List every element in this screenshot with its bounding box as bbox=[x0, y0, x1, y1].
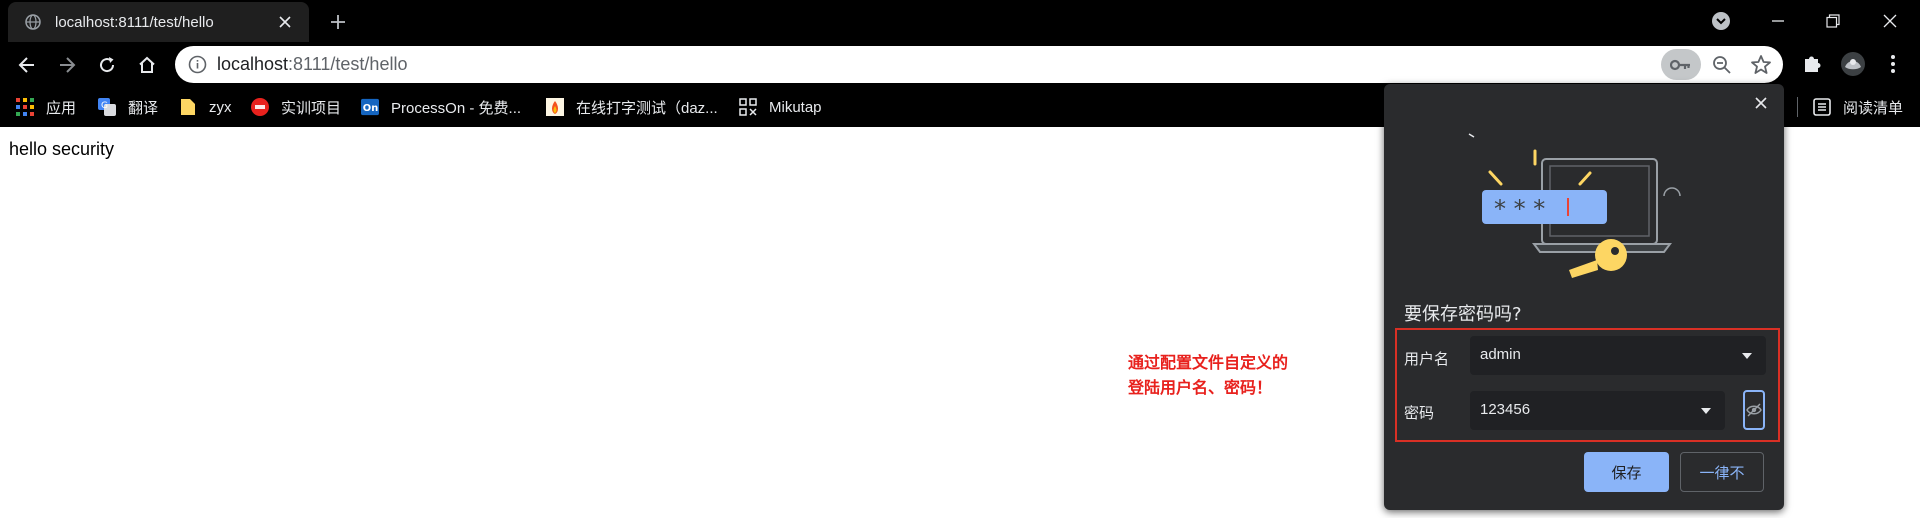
url-host: localhost bbox=[217, 54, 289, 74]
username-field[interactable]: admin bbox=[1470, 336, 1766, 375]
password-value: 123456 bbox=[1480, 401, 1531, 418]
address-bar[interactable]: localhost:8111/test/hello bbox=[175, 46, 1783, 83]
site-info-icon[interactable] bbox=[188, 55, 207, 74]
mikutap-icon bbox=[739, 98, 757, 116]
reading-list[interactable]: 阅读清单 bbox=[1813, 87, 1903, 127]
globe-icon bbox=[25, 14, 41, 30]
bookmark-zyx[interactable]: zyx bbox=[179, 87, 232, 127]
profile-avatar-icon[interactable] bbox=[1840, 51, 1866, 77]
bookmark-label: ProcessOn - 免费... bbox=[391, 99, 522, 117]
dialog-heading: 要保存密码吗? bbox=[1404, 304, 1522, 325]
bookmarks-divider bbox=[1797, 97, 1798, 117]
chevron-down-icon[interactable] bbox=[1742, 353, 1752, 359]
annotation-line-2: 登陆用户名、密码！ bbox=[1128, 378, 1273, 397]
reading-list-icon bbox=[1813, 98, 1831, 116]
apps-grid-icon bbox=[16, 98, 34, 116]
tab-title: localhost:8111/test/hello bbox=[55, 13, 214, 31]
reload-icon[interactable] bbox=[92, 50, 122, 80]
password-label: 密码 bbox=[1404, 404, 1435, 422]
url-text: localhost:8111/test/hello bbox=[217, 54, 407, 75]
annotation-line-1: 通过配置文件自定义的 bbox=[1128, 353, 1289, 372]
bookmark-label: 翻译 bbox=[128, 99, 159, 117]
bookmark-mikutap[interactable]: Mikutap bbox=[739, 87, 822, 127]
minimize-icon[interactable] bbox=[1765, 8, 1791, 34]
bookmark-label: zyx bbox=[209, 98, 232, 116]
tab-close-icon[interactable] bbox=[275, 12, 295, 32]
zoom-out-icon[interactable] bbox=[1711, 54, 1733, 76]
bookmark-label: 应用 bbox=[46, 99, 77, 117]
forward-arrow-icon[interactable] bbox=[52, 50, 82, 80]
save-password-dialog: * * * 要保存密码吗? 用户名 admin 密码 123456 保存 一律不 bbox=[1384, 84, 1784, 510]
chevron-down-icon[interactable] bbox=[1701, 408, 1711, 414]
bookmark-label: 在线打字测试（daz... bbox=[576, 99, 718, 117]
extensions-puzzle-icon[interactable] bbox=[1799, 51, 1825, 77]
bookmark-translate[interactable]: G 翻译 bbox=[98, 87, 158, 127]
dialog-close-icon[interactable] bbox=[1750, 92, 1772, 114]
bookmark-processon[interactable]: On ProcessOn - 免费... bbox=[361, 87, 521, 127]
svg-text:* * *: * * * bbox=[1494, 195, 1545, 223]
bookmark-label: Mikutap bbox=[769, 98, 822, 116]
toutiao-icon bbox=[251, 98, 269, 116]
show-password-eye-icon[interactable] bbox=[1743, 390, 1765, 430]
browser-title-bar: localhost:8111/test/hello bbox=[0, 0, 1920, 42]
bookmark-apps[interactable]: 应用 bbox=[16, 87, 76, 127]
bookmark-star-icon[interactable] bbox=[1749, 53, 1773, 77]
new-tab-icon[interactable] bbox=[326, 10, 350, 34]
restore-icon[interactable] bbox=[1820, 8, 1846, 34]
translate-icon: G bbox=[98, 98, 116, 116]
password-key-icon[interactable] bbox=[1661, 49, 1701, 80]
processon-icon: On bbox=[361, 98, 379, 116]
never-button[interactable]: 一律不 bbox=[1680, 452, 1764, 492]
annotation-note: 通过配置文件自定义的 登陆用户名、密码！ bbox=[1128, 350, 1288, 400]
password-illustration: * * * bbox=[1434, 104, 1734, 294]
back-arrow-icon[interactable] bbox=[12, 50, 42, 80]
browser-toolbar: localhost:8111/test/hello bbox=[0, 42, 1920, 87]
browser-tab[interactable]: localhost:8111/test/hello bbox=[8, 2, 309, 42]
url-path: :8111/test/hello bbox=[288, 54, 408, 74]
bookmark-training[interactable]: 实训项目 bbox=[251, 87, 341, 127]
password-field[interactable]: 123456 bbox=[1470, 391, 1725, 430]
username-value: admin bbox=[1480, 346, 1521, 363]
typing-test-icon bbox=[546, 98, 564, 116]
svg-text:On: On bbox=[363, 103, 378, 114]
window-close-icon[interactable] bbox=[1877, 8, 1903, 34]
home-icon[interactable] bbox=[132, 50, 162, 80]
page-body-text: hello security bbox=[9, 139, 115, 159]
bookmark-label: 实训项目 bbox=[281, 99, 342, 117]
svg-text:G: G bbox=[101, 101, 108, 111]
username-label: 用户名 bbox=[1404, 350, 1450, 368]
browser-menu-icon[interactable] bbox=[1880, 51, 1906, 77]
save-button[interactable]: 保存 bbox=[1584, 452, 1669, 492]
folder-icon bbox=[179, 98, 197, 116]
tab-search-icon[interactable] bbox=[1708, 8, 1734, 34]
reading-list-label: 阅读清单 bbox=[1843, 99, 1904, 117]
bookmark-typing-test[interactable]: 在线打字测试（daz... bbox=[546, 87, 718, 127]
